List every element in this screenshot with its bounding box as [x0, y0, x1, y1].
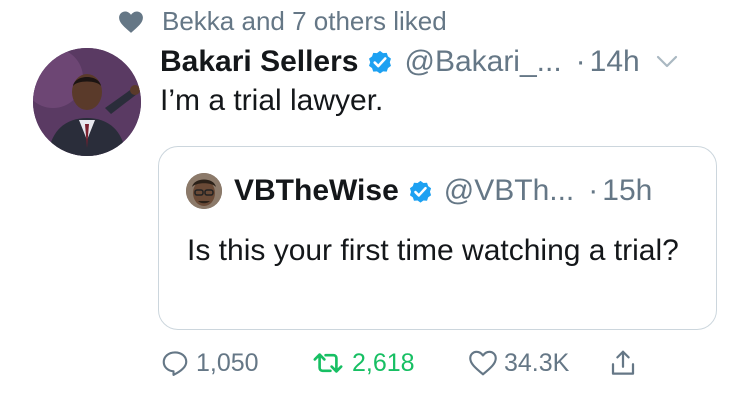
avatar-photo — [33, 48, 141, 156]
reply-button[interactable]: 1,050 — [160, 348, 310, 378]
quoted-author-name[interactable]: VBTheWise — [234, 174, 399, 208]
retweet-count: 2,618 — [352, 348, 415, 377]
quoted-author-handle[interactable]: @VBTh... — [444, 174, 575, 208]
verified-badge-icon — [369, 50, 392, 74]
quoted-tweet-header: VBTheWise @VBTh... · 15h — [186, 173, 652, 209]
heart-icon — [119, 10, 143, 33]
separator-dot: · — [575, 45, 586, 78]
author-handle[interactable]: @Bakari_... — [404, 45, 561, 79]
share-icon — [611, 350, 635, 375]
retweet-icon — [313, 353, 343, 373]
quoted-avatar — [186, 173, 222, 209]
quoted-avatar-photo — [186, 173, 222, 209]
social-context[interactable]: Bekka and 7 others liked — [118, 6, 447, 37]
separator-dot: · — [588, 174, 599, 207]
retweet-button[interactable]: 2,618 — [310, 348, 468, 378]
like-count: 34.3K — [504, 348, 570, 377]
tweet-text: I’m a trial lawyer. — [160, 84, 384, 117]
quoted-tweet-text: Is this your first time watching a trial… — [187, 234, 679, 267]
reply-count: 1,050 — [196, 348, 259, 377]
reply-icon — [162, 351, 188, 376]
quoted-tweet-card[interactable]: VBTheWise @VBTh... · 15h Is this your fi… — [158, 146, 717, 330]
like-button[interactable]: 34.3K — [468, 349, 608, 378]
avatar[interactable] — [33, 48, 141, 156]
tweet-header: Bakari Sellers @Bakari_... · 14h — [160, 42, 730, 82]
verified-badge-icon — [409, 180, 431, 203]
social-context-text: Bekka and 7 others liked — [162, 6, 447, 36]
quoted-tweet-timestamp[interactable]: 15h — [602, 174, 652, 208]
tweet-actions: 1,050 2,618 34.3K — [160, 348, 644, 378]
author-name[interactable]: Bakari Sellers — [160, 45, 358, 79]
chevron-down-icon[interactable] — [656, 55, 678, 69]
tweet-timestamp[interactable]: 14h — [590, 45, 640, 79]
share-button[interactable] — [608, 348, 644, 378]
like-heart-icon — [469, 350, 497, 376]
